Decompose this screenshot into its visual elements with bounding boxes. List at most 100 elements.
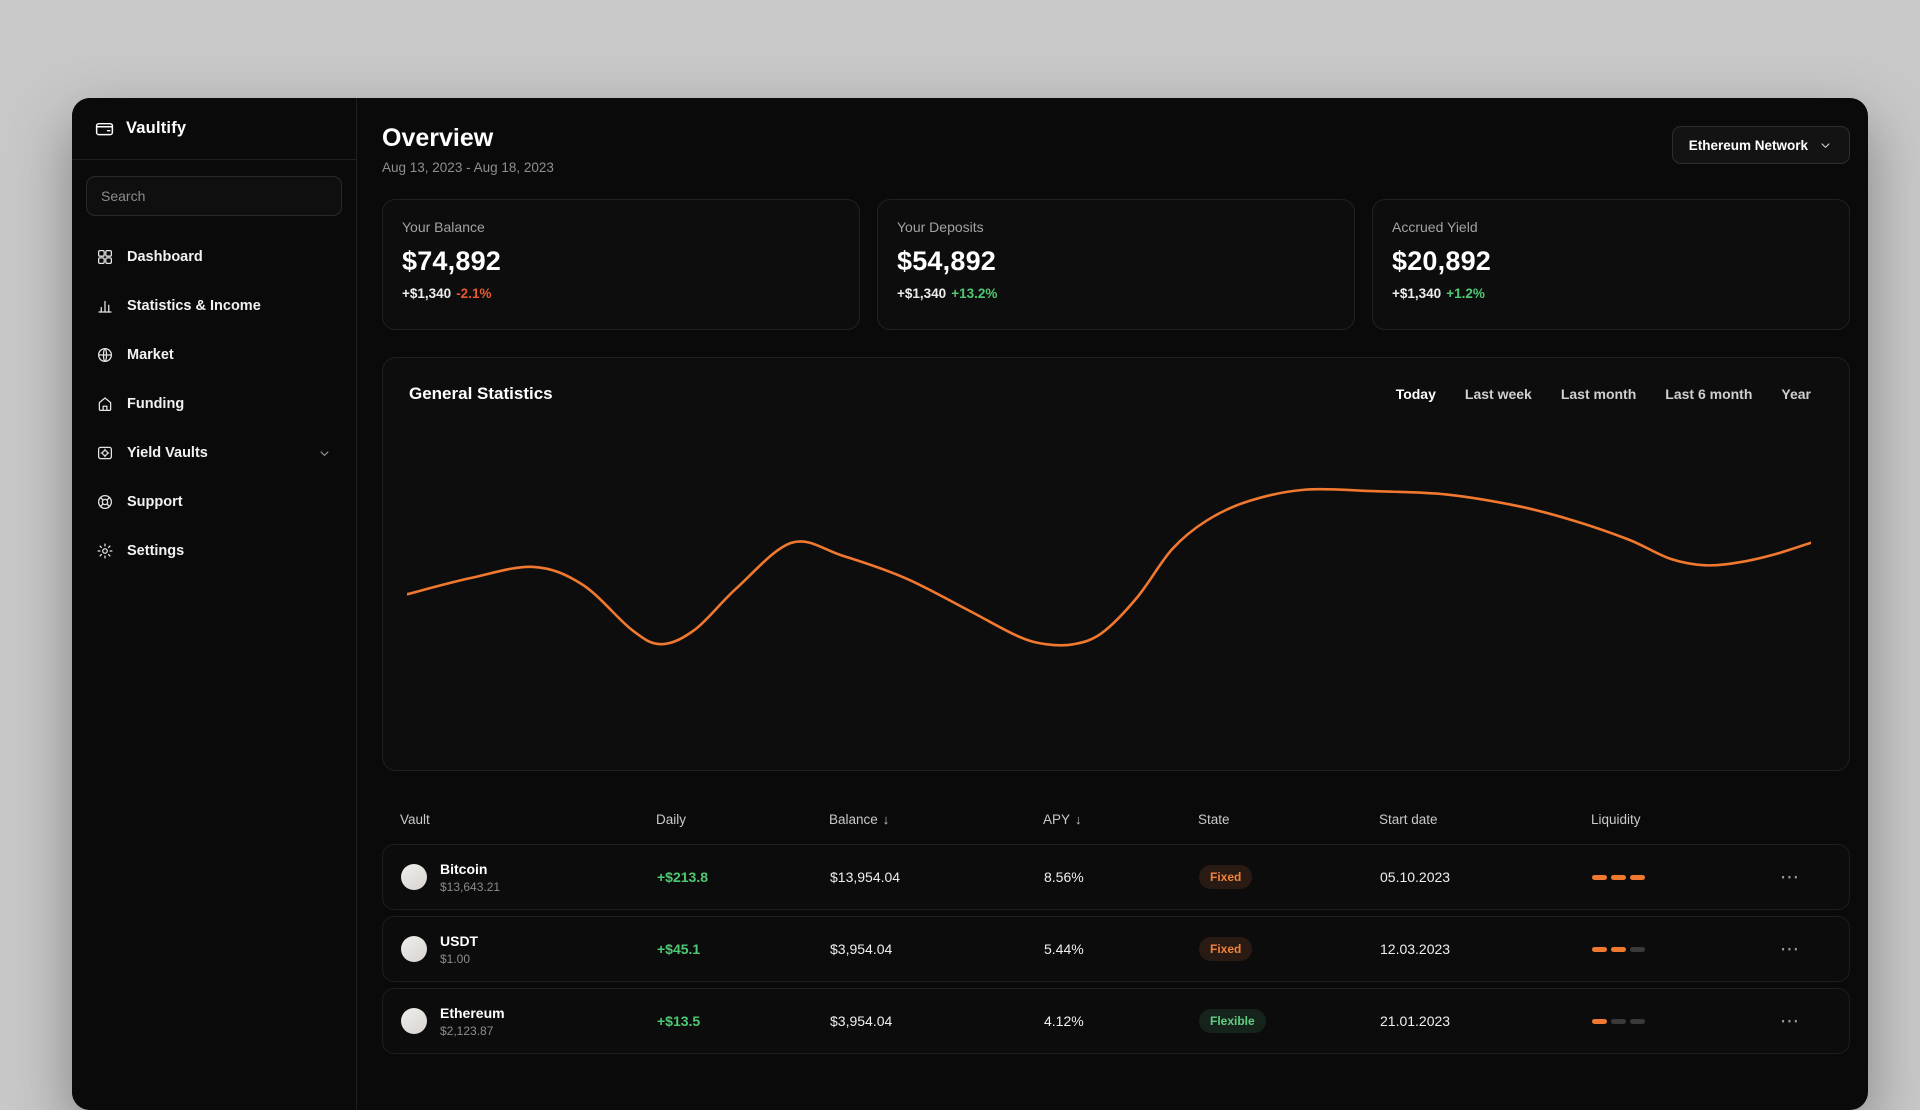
- start-date: 05.10.2023: [1380, 869, 1451, 885]
- stat-change: +$1,340 -2.1%: [402, 286, 840, 301]
- stat-change: +$1,340 +13.2%: [897, 286, 1335, 301]
- state-cell: Fixed: [1199, 865, 1380, 889]
- liquidity-segment: [1611, 1018, 1626, 1024]
- vault-cell: Bitcoin $13,643.21: [401, 861, 657, 894]
- wallet-icon: [94, 118, 115, 139]
- network-selector-label: Ethereum Network: [1688, 137, 1808, 153]
- column-header-liquidity: Liquidity: [1591, 812, 1779, 827]
- stat-change: +$1,340 +1.2%: [1392, 286, 1830, 301]
- stat-card-0: Your Balance $74,892 +$1,340 -2.1%: [382, 199, 860, 330]
- row-menu-button[interactable]: ⋯: [1780, 866, 1829, 889]
- daily-change: +$45.1: [657, 941, 701, 957]
- vault-icon: [96, 444, 114, 462]
- stat-value: $54,892: [897, 246, 996, 276]
- search-input[interactable]: [86, 176, 342, 216]
- column-header-apy[interactable]: APY ↓: [1043, 812, 1198, 827]
- liquidity-indicator: [1592, 946, 1780, 952]
- statistics-panel: General Statistics Today Last week Last mo…: [382, 357, 1850, 771]
- stat-value: $74,892: [402, 246, 501, 276]
- stat-card-1: Your Deposits $54,892 +$1,340 +13.2%: [877, 199, 1355, 330]
- stat-change-amount: +$1,340: [897, 286, 947, 301]
- sidebar-item-label: Settings: [127, 543, 185, 559]
- vault-row-usdt[interactable]: USDT $1.00 +$45.1 $3,954.04 5.44% Fixed 12.03.…: [382, 916, 1850, 982]
- brand-name: Vaultify: [126, 119, 187, 137]
- range-tab-last-6-month[interactable]: Last 6 month: [1665, 386, 1752, 402]
- sidebar-item-label: Dashboard: [127, 249, 203, 265]
- liquidity-segment: [1592, 946, 1607, 952]
- sidebar-item-dashboard[interactable]: Dashboard: [86, 234, 342, 280]
- liquidity-segment: [1630, 874, 1645, 880]
- range-tab-year[interactable]: Year: [1781, 386, 1811, 402]
- sidebar-item-settings[interactable]: Settings: [86, 528, 342, 574]
- row-menu-button[interactable]: ⋯: [1780, 1010, 1829, 1033]
- bar-chart-icon: [96, 297, 114, 315]
- gear-icon: [96, 542, 114, 560]
- statistics-title: General Statistics: [409, 384, 553, 403]
- sidebar-item-support[interactable]: Support: [86, 479, 342, 525]
- liquidity-indicator: [1592, 874, 1780, 880]
- column-header-state: State: [1198, 812, 1379, 827]
- vault-price: $13,643.21: [440, 879, 501, 894]
- vault-name: Bitcoin: [440, 860, 488, 877]
- liquidity-segment: [1630, 1018, 1645, 1024]
- grid-icon: [96, 248, 114, 266]
- stat-label: Your Balance: [402, 219, 485, 235]
- page-header: Overview Aug 13, 2023 - Aug 18, 2023 Eth…: [382, 126, 1850, 175]
- stats-row: Your Balance $74,892 +$1,340 -2.1% Your Depo…: [382, 199, 1850, 330]
- column-header-balance[interactable]: Balance ↓: [829, 812, 1043, 827]
- sidebar-item-label: Statistics & Income: [127, 298, 261, 314]
- sidebar-item-market[interactable]: Market: [86, 332, 342, 378]
- apy-value: 4.12%: [1044, 1013, 1084, 1029]
- brand[interactable]: Vaultify: [72, 98, 356, 160]
- table-body: Bitcoin $13,643.21 +$213.8 $13,954.04 8.56% F…: [382, 844, 1850, 1054]
- start-date: 12.03.2023: [1380, 941, 1451, 957]
- sidebar-item-label: Funding: [127, 396, 185, 412]
- home-icon: [96, 395, 114, 413]
- row-menu-button[interactable]: ⋯: [1780, 938, 1829, 961]
- sidebar-item-yield-vaults[interactable]: Yield Vaults: [86, 430, 342, 476]
- stat-label: Accrued Yield: [1392, 219, 1478, 235]
- column-header-vault: Vault: [400, 812, 656, 827]
- sidebar-item-label: Market: [127, 347, 174, 363]
- network-selector-button[interactable]: Ethereum Network: [1671, 126, 1850, 164]
- vault-row-bitcoin[interactable]: Bitcoin $13,643.21 +$213.8 $13,954.04 8.56% F…: [382, 844, 1850, 910]
- sidebar-item-statistics-income[interactable]: Statistics & Income: [86, 283, 342, 329]
- stat-label: Your Deposits: [897, 219, 984, 235]
- range-tab-today[interactable]: Today: [1396, 386, 1436, 402]
- apy-value: 8.56%: [1044, 869, 1084, 885]
- vault-name: USDT: [440, 932, 479, 949]
- sidebar-item-funding[interactable]: Funding: [86, 381, 342, 427]
- column-header-daily: Daily: [656, 812, 829, 827]
- date-range: Aug 13, 2023 - Aug 18, 2023: [382, 160, 554, 175]
- page-heading-group: Overview Aug 13, 2023 - Aug 18, 2023: [382, 124, 554, 176]
- stat-value: $20,892: [1392, 246, 1491, 276]
- coin-icon: [401, 864, 427, 890]
- sort-desc-icon: ↓: [882, 811, 890, 827]
- main-content: Overview Aug 13, 2023 - Aug 18, 2023 Eth…: [357, 98, 1868, 1110]
- vault-cell: Ethereum $2,123.87: [401, 1005, 657, 1038]
- liquidity-segment: [1592, 874, 1607, 880]
- sidebar-nav: Dashboard Statistics & Income Market Fundin…: [72, 226, 356, 585]
- vault-cell: USDT $1.00: [401, 933, 657, 966]
- daily-change: +$213.8: [657, 869, 708, 885]
- column-header-start-date: Start date: [1379, 812, 1591, 827]
- daily-change: +$13.5: [657, 1013, 701, 1029]
- vault-row-ethereum[interactable]: Ethereum $2,123.87 +$13.5 $3,954.04 4.12% Fle…: [382, 988, 1850, 1054]
- state-badge: Flexible: [1199, 1009, 1266, 1033]
- page-title: Overview: [382, 124, 494, 152]
- liquidity-segment: [1611, 946, 1626, 952]
- sort-desc-icon: ↓: [1075, 811, 1082, 827]
- range-tab-last-month[interactable]: Last month: [1561, 386, 1636, 402]
- state-badge: Fixed: [1199, 937, 1253, 961]
- range-tab-last-week[interactable]: Last week: [1465, 386, 1532, 402]
- coin-icon: [401, 1008, 427, 1034]
- stat-change-amount: +$1,340: [402, 286, 452, 301]
- apy-value: 5.44%: [1044, 941, 1084, 957]
- globe-icon: [96, 346, 114, 364]
- balance-value: $3,954.04: [830, 941, 893, 957]
- balance-value: $13,954.04: [830, 869, 901, 885]
- stat-change-percent: +1.2%: [1446, 286, 1485, 301]
- column-label: Liquidity: [1591, 811, 1641, 827]
- liquidity-indicator: [1592, 1018, 1780, 1024]
- sidebar: Vaultify Dashboard Statistics & Income Mar…: [72, 98, 357, 1110]
